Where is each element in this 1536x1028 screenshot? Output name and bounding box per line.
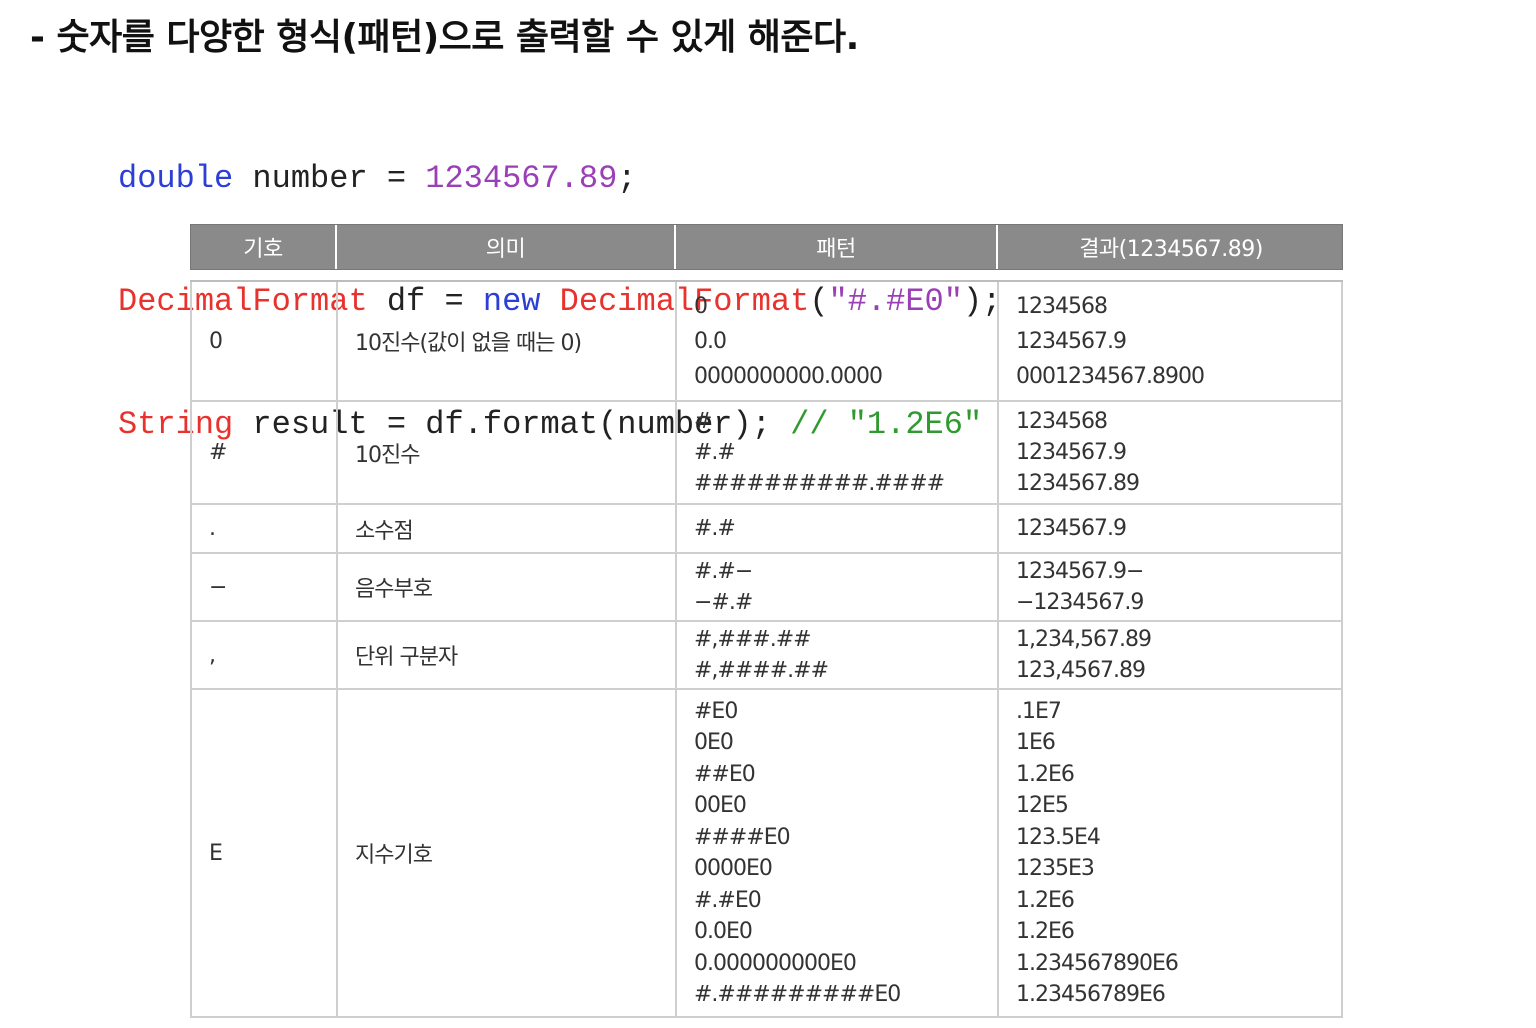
pattern-item: 0.0 (694, 328, 727, 354)
pattern-item: 0E0 (694, 730, 734, 755)
cell-meaning: 10진수 (336, 402, 675, 503)
cell-symbol: E (190, 690, 336, 1016)
pattern-item: 0.0E0 (694, 919, 753, 944)
cell-patterns: # #.# ##########.#### (675, 402, 997, 503)
result-item: .1E7 (1016, 698, 1062, 724)
cell-meaning: 10진수(값이 없을 때는 0) (336, 282, 675, 400)
result-item: 123,4567.89 (1016, 658, 1146, 683)
cell-meaning: 지수기호 (336, 690, 675, 1016)
pattern-item: 0000000000.0000 (694, 363, 883, 389)
cell-meaning: 음수부호 (336, 554, 675, 620)
pattern-item: #.#E0 (694, 887, 762, 913)
pattern-item: 0.000000000E0 (694, 950, 857, 976)
cell-results: 1234568 1234567.9 1234567.89 (997, 402, 1343, 503)
pattern-item: 0000E0 (694, 856, 773, 881)
pattern-item: #,####.## (694, 658, 829, 683)
cell-symbol: , (190, 622, 336, 688)
result-item: 1,234,567.89 (1016, 627, 1152, 652)
cell-symbol: − (190, 554, 336, 620)
code-line-1: double number = 1234567.89; (118, 158, 1001, 199)
result-item: 12E5 (1016, 793, 1069, 818)
page-heading: - 숫자를 다양한 형식(패턴)으로 출력할 수 있게 해준다. (30, 17, 859, 58)
result-item: 1234568 (1016, 293, 1108, 319)
pattern-item: #,###.## (694, 627, 812, 652)
result-item: −1234567.9 (1016, 590, 1144, 615)
code-text: number = (233, 160, 426, 197)
code-text: ; (617, 160, 637, 197)
result-item: 1.234567890E6 (1016, 950, 1179, 976)
pattern-item: ####E0 (694, 824, 791, 850)
pattern-item: #.# (694, 440, 736, 465)
pattern-item: −#.# (694, 590, 753, 615)
pattern-item: #.# (694, 516, 736, 541)
result-item: 1.23456789E6 (1016, 982, 1166, 1007)
cell-results: 1234567.9− −1234567.9 (997, 554, 1343, 620)
pattern-item: #.#########E0 (694, 982, 901, 1007)
cell-patterns: #,###.## #,####.## (675, 622, 997, 688)
header-result: 결과(1234567.89) (1079, 237, 1263, 262)
code-keyword: double (118, 160, 234, 197)
header-symbol: 기호 (191, 225, 337, 269)
result-item: 1234567.9 (1016, 328, 1127, 354)
cell-symbol: . (190, 505, 336, 552)
result-item: 1.2E6 (1016, 761, 1075, 787)
pattern-item: 0 (694, 293, 708, 319)
table-row: # 10진수 # #.# ##########.#### 1234568 123… (190, 402, 1343, 505)
cell-results: 1234567.9 (997, 505, 1343, 552)
cell-patterns: 0 0.0 0000000000.0000 (675, 282, 997, 400)
result-item: 1235E3 (1016, 856, 1095, 881)
pattern-item: #E0 (694, 698, 738, 724)
cell-results: .1E7 1E6 1.2E6 12E5 123.5E4 1235E3 1.2E6… (997, 690, 1343, 1016)
format-pattern-table: 기호 의미 패턴 결과(1234567.89) 0 10진수(값이 없을 때는 … (190, 224, 1343, 1018)
result-item: 1234568 (1016, 409, 1108, 434)
cell-meaning: 소수점 (336, 505, 675, 552)
result-item: 1234567.9− (1016, 559, 1144, 584)
cell-results: 1234568 1234567.9 0001234567.8900 (997, 282, 1343, 400)
code-number: 1234567.89 (425, 160, 618, 197)
result-item: 1E6 (1016, 730, 1056, 755)
cell-symbol: 0 (190, 282, 336, 400)
result-item: 1.2E6 (1016, 919, 1075, 944)
cell-patterns: #.#− −#.# (675, 554, 997, 620)
pattern-item: #.#− (694, 559, 753, 584)
table-row: , 단위 구분자 #,###.## #,####.## 1,234,567.89… (190, 622, 1343, 690)
table-body: 0 10진수(값이 없을 때는 0) 0 0.0 0000000000.0000… (190, 280, 1343, 1018)
table-header: 기호 의미 패턴 결과(1234567.89) (190, 224, 1343, 270)
cell-patterns: #E0 0E0 ##E0 00E0 ####E0 0000E0 #.#E0 0.… (675, 690, 997, 1016)
table-row: . 소수점 #.# 1234567.9 (190, 505, 1343, 554)
result-item: 123.5E4 (1016, 824, 1101, 850)
header-meaning: 의미 (337, 225, 676, 269)
table-row: 0 10진수(값이 없을 때는 0) 0 0.0 0000000000.0000… (190, 282, 1343, 402)
pattern-item: # (694, 409, 712, 434)
pattern-item: ##E0 (694, 761, 756, 787)
header-pattern: 패턴 (676, 225, 998, 269)
cell-symbol: # (190, 402, 336, 503)
result-item: 1.2E6 (1016, 887, 1075, 913)
result-item: 0001234567.8900 (1016, 363, 1205, 389)
cell-results: 1,234,567.89 123,4567.89 (997, 622, 1343, 688)
pattern-item: 00E0 (694, 793, 747, 818)
cell-meaning: 단위 구분자 (336, 622, 675, 688)
result-item: 1234567.9 (1016, 440, 1127, 465)
result-item: 1234567.89 (1016, 471, 1140, 496)
result-item: 1234567.9 (1016, 516, 1127, 541)
pattern-item: ##########.#### (694, 471, 945, 496)
table-row: E 지수기호 #E0 0E0 ##E0 00E0 ####E0 0000E0 #… (190, 690, 1343, 1018)
cell-patterns: #.# (675, 505, 997, 552)
table-row: − 음수부호 #.#− −#.# 1234567.9− −1234567.9 (190, 554, 1343, 622)
